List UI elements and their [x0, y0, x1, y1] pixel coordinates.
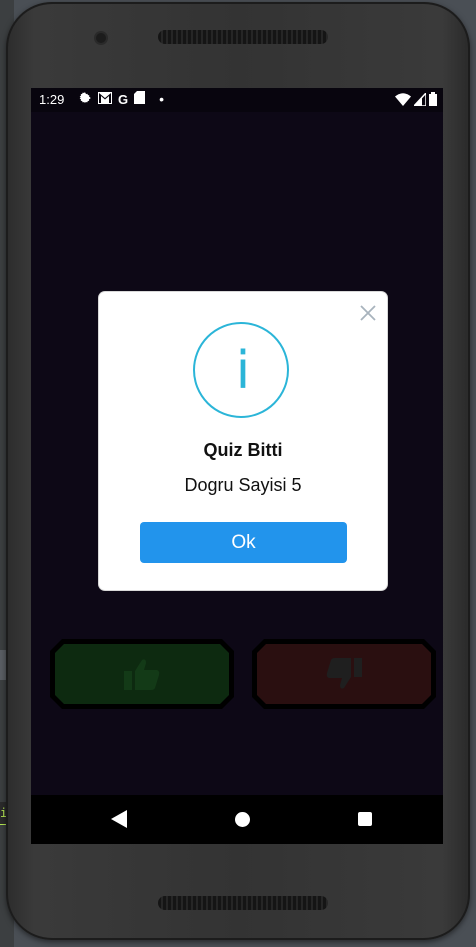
info-icon: i — [193, 322, 289, 418]
correct-answer-button[interactable] — [50, 639, 234, 709]
info-glyph: i — [235, 341, 251, 401]
google-icon: G — [118, 91, 129, 107]
sd-card-icon — [134, 91, 146, 107]
quiz-result-dialog: i Quiz Bitti Dogru Sayisi 5 Ok — [99, 292, 387, 590]
dialog-message: Dogru Sayisi 5 — [184, 475, 302, 495]
home-icon[interactable] — [235, 812, 250, 827]
close-icon[interactable] — [359, 304, 377, 322]
wifi-icon — [395, 92, 411, 109]
status-time: 1:29 — [39, 92, 65, 107]
battery-icon — [429, 92, 437, 109]
bottom-speaker — [158, 896, 328, 910]
wrong-answer-button[interactable] — [252, 639, 436, 709]
dot-icon: • — [159, 91, 165, 107]
status-bar: 1:29 G • — [31, 88, 443, 112]
settings-icon — [79, 91, 92, 107]
system-icons — [395, 90, 437, 109]
recent-apps-icon[interactable] — [358, 812, 372, 826]
navigation-bar — [31, 795, 443, 844]
back-icon[interactable] — [111, 810, 127, 833]
gmail-icon — [98, 91, 112, 107]
signal-icon — [412, 90, 427, 109]
front-camera — [96, 33, 106, 43]
dialog-title: Quiz Bitti — [203, 440, 283, 460]
notification-icons: G • — [79, 91, 164, 107]
ok-button[interactable]: Ok — [140, 522, 347, 563]
earpiece-speaker — [158, 30, 328, 44]
